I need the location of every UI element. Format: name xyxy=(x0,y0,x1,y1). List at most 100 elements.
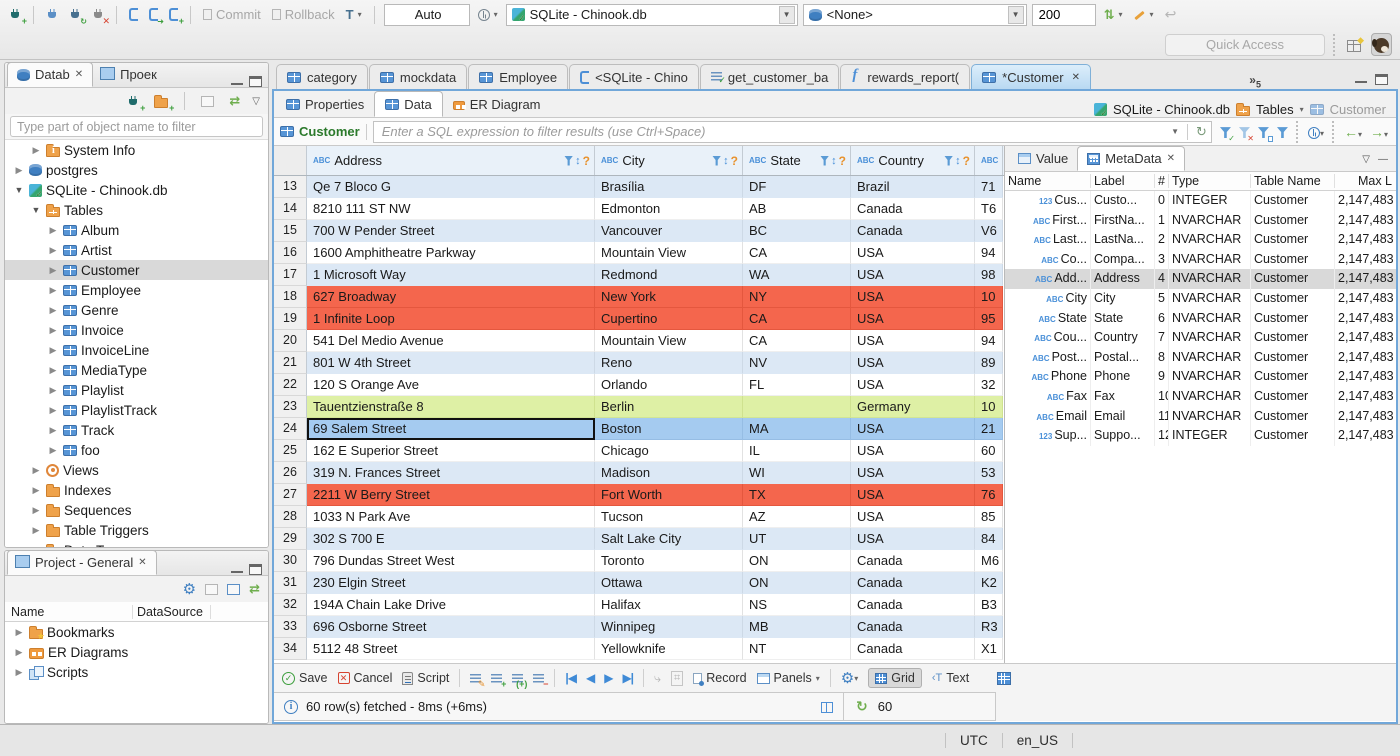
apply-filter-button[interactable]: ✓ xyxy=(1219,124,1235,143)
reconnect-button[interactable]: ↻ xyxy=(66,6,87,26)
tab-value[interactable]: Value xyxy=(1009,146,1077,171)
grid-cell[interactable]: USA xyxy=(851,418,975,440)
grid-cell[interactable]: 8210 111 ST NW xyxy=(307,198,595,220)
expand-arrow-icon[interactable]: ▶ xyxy=(47,445,59,456)
grid-cell[interactable]: 796 Dundas Street West xyxy=(307,550,595,572)
tab-projects[interactable]: Проек xyxy=(93,63,166,87)
project-col-name[interactable]: Name xyxy=(5,604,133,619)
meta-row-country[interactable]: ABC Cou... Country 7 NVARCHAR Customer 2,… xyxy=(1005,328,1396,348)
row-number[interactable]: 21 xyxy=(274,352,307,374)
grid-cell[interactable]: AZ xyxy=(743,506,851,528)
tree-item-album[interactable]: ▶ Album xyxy=(5,220,268,240)
grid-cell[interactable]: USA xyxy=(851,330,975,352)
tab-properties[interactable]: Properties xyxy=(276,91,374,117)
grid-cell[interactable]: Canada xyxy=(851,220,975,242)
view-menu-icon[interactable]: ▽ xyxy=(1362,154,1370,165)
row-number[interactable]: 18 xyxy=(274,286,307,308)
grid-cell[interactable]: FL xyxy=(743,374,851,396)
grid-cell[interactable]: X1 xyxy=(975,638,1003,660)
grid-cell[interactable]: 696 Osborne Street xyxy=(307,616,595,638)
meta-row-city[interactable]: ABC City City 5 NVARCHAR Customer 2,147,4… xyxy=(1005,288,1396,309)
grid-cell[interactable] xyxy=(743,396,851,418)
grid-cell[interactable]: Canada xyxy=(851,198,975,220)
grid-cell[interactable]: UT xyxy=(743,528,851,550)
grid-cell[interactable]: Fort Worth xyxy=(595,484,743,506)
refresh-icon[interactable]: ↻ xyxy=(856,698,868,715)
grid-cell[interactable]: WA xyxy=(743,264,851,286)
row-number[interactable]: 15 xyxy=(274,220,307,242)
grid-cell[interactable]: USA xyxy=(851,528,975,550)
active-connection-select[interactable]: SQLite - Chinook.db ▼ xyxy=(505,3,798,26)
column-header-address[interactable]: ABC Address ↕ ? xyxy=(307,146,595,175)
grid-cell[interactable]: Orlando xyxy=(595,374,743,396)
hint-icon[interactable]: ? xyxy=(731,154,738,168)
grid-cell[interactable]: Canada xyxy=(851,616,975,638)
tree-item-track[interactable]: ▶ Track xyxy=(5,420,268,440)
grid-cell[interactable]: 1033 N Park Ave xyxy=(307,506,595,528)
tab-overflow-button[interactable]: »5 xyxy=(1245,73,1265,89)
tree-item-sqlite-chinook-db[interactable]: ▼ SQLite - Chinook.db xyxy=(5,180,268,200)
tree-item-mediatype[interactable]: ▶ MediaType xyxy=(5,360,268,380)
hint-icon[interactable]: ? xyxy=(583,154,590,168)
close-icon[interactable]: ✕ xyxy=(1167,153,1175,164)
sort-icon[interactable]: ↕ xyxy=(723,155,729,167)
tab-er-diagram[interactable]: ER Diagram xyxy=(443,91,551,117)
minimize-icon[interactable] xyxy=(231,571,243,575)
sort-icon[interactable]: ↕ xyxy=(955,155,961,167)
grid-cell[interactable]: 89 xyxy=(975,352,1003,374)
grid-cell[interactable]: Winnipeg xyxy=(595,616,743,638)
previous-row-button[interactable]: ◀ xyxy=(586,671,595,685)
expand-arrow-icon[interactable]: ▶ xyxy=(47,405,59,416)
grid-cell[interactable]: ON xyxy=(743,550,851,572)
grid-cell[interactable]: USA xyxy=(851,264,975,286)
grid-cell[interactable]: USA xyxy=(851,440,975,462)
meta-row-state[interactable]: ABC State State 6 NVARCHAR Customer 2,147… xyxy=(1005,308,1396,329)
expand-arrow-icon[interactable]: ▶ xyxy=(47,245,59,256)
grid-cell[interactable]: 1 Microsoft Way xyxy=(307,264,595,286)
meta-column-item[interactable]: # xyxy=(1155,174,1169,188)
grid-cell[interactable]: Tauentzienstraße 8 xyxy=(307,396,595,418)
grid-cell[interactable]: Cupertino xyxy=(595,308,743,330)
grid-cell[interactable]: 2211 W Berry Street xyxy=(307,484,595,506)
maximize-icon[interactable] xyxy=(249,564,262,575)
row-number[interactable]: 13 xyxy=(274,176,307,198)
grid-cell[interactable]: Mountain View xyxy=(595,242,743,264)
hint-icon[interactable]: ? xyxy=(839,154,846,168)
grid-cell[interactable]: USA xyxy=(851,506,975,528)
minimize-icon[interactable] xyxy=(1355,81,1367,85)
link-arrows-icon[interactable]: ⇄ xyxy=(249,581,260,597)
expand-icon[interactable] xyxy=(227,583,241,595)
column-header-partial[interactable]: ABC xyxy=(975,146,1003,175)
expand-arrow-icon[interactable]: ▼ xyxy=(30,205,42,215)
row-number[interactable]: 14 xyxy=(274,198,307,220)
grid-cell[interactable]: TX xyxy=(743,484,851,506)
grid-cell[interactable]: USA xyxy=(851,374,975,396)
edit-cell-button[interactable]: ✎ xyxy=(470,671,485,689)
row-number[interactable]: 20 xyxy=(274,330,307,352)
collapse-icon[interactable] xyxy=(205,583,219,595)
refresh-icon[interactable]: ↻ xyxy=(1196,124,1207,140)
next-row-button[interactable]: ▶ xyxy=(604,671,613,685)
tree-item-postgres[interactable]: ▶ postgres xyxy=(5,160,268,180)
expand-arrow-icon[interactable]: ▶ xyxy=(47,345,59,356)
grid-settings-icon[interactable] xyxy=(997,672,1012,686)
grid-cell[interactable]: Qe 7 Bloco G xyxy=(307,176,595,198)
expand-arrow-icon[interactable]: ▶ xyxy=(30,465,42,476)
expand-arrow-icon[interactable]: ▶ xyxy=(13,627,25,638)
grid-cell[interactable]: MB xyxy=(743,616,851,638)
tree-item-playlist[interactable]: ▶ Playlist xyxy=(5,380,268,400)
meta-row-suppo[interactable]: 123Sup... Suppo... 12 INTEGER Customer 2… xyxy=(1005,426,1396,446)
cancel-button[interactable]: ✕ Cancel xyxy=(337,671,392,685)
grid-cell[interactable]: 71 xyxy=(975,176,1003,198)
meta-row-compa[interactable]: ABC Co... Compa... 3 NVARCHAR Customer 2,… xyxy=(1005,249,1396,270)
panels-button[interactable]: Panels ▾ xyxy=(756,671,820,685)
meta-column-table-name[interactable]: Table Name xyxy=(1251,174,1335,188)
transaction-mode-select[interactable]: Auto xyxy=(383,3,470,26)
expand-arrow-icon[interactable]: ▶ xyxy=(30,485,42,496)
editor-tab-customer[interactable]: *Customer ✕ xyxy=(971,64,1091,89)
filter-funnel-icon[interactable] xyxy=(712,155,722,166)
project-item-bookmarks[interactable]: ▶ Bookmarks xyxy=(5,622,268,642)
grid-cell[interactable]: MA xyxy=(743,418,851,440)
grid-cell[interactable]: USA xyxy=(851,462,975,484)
new-connection-button[interactable]: + xyxy=(6,6,27,26)
